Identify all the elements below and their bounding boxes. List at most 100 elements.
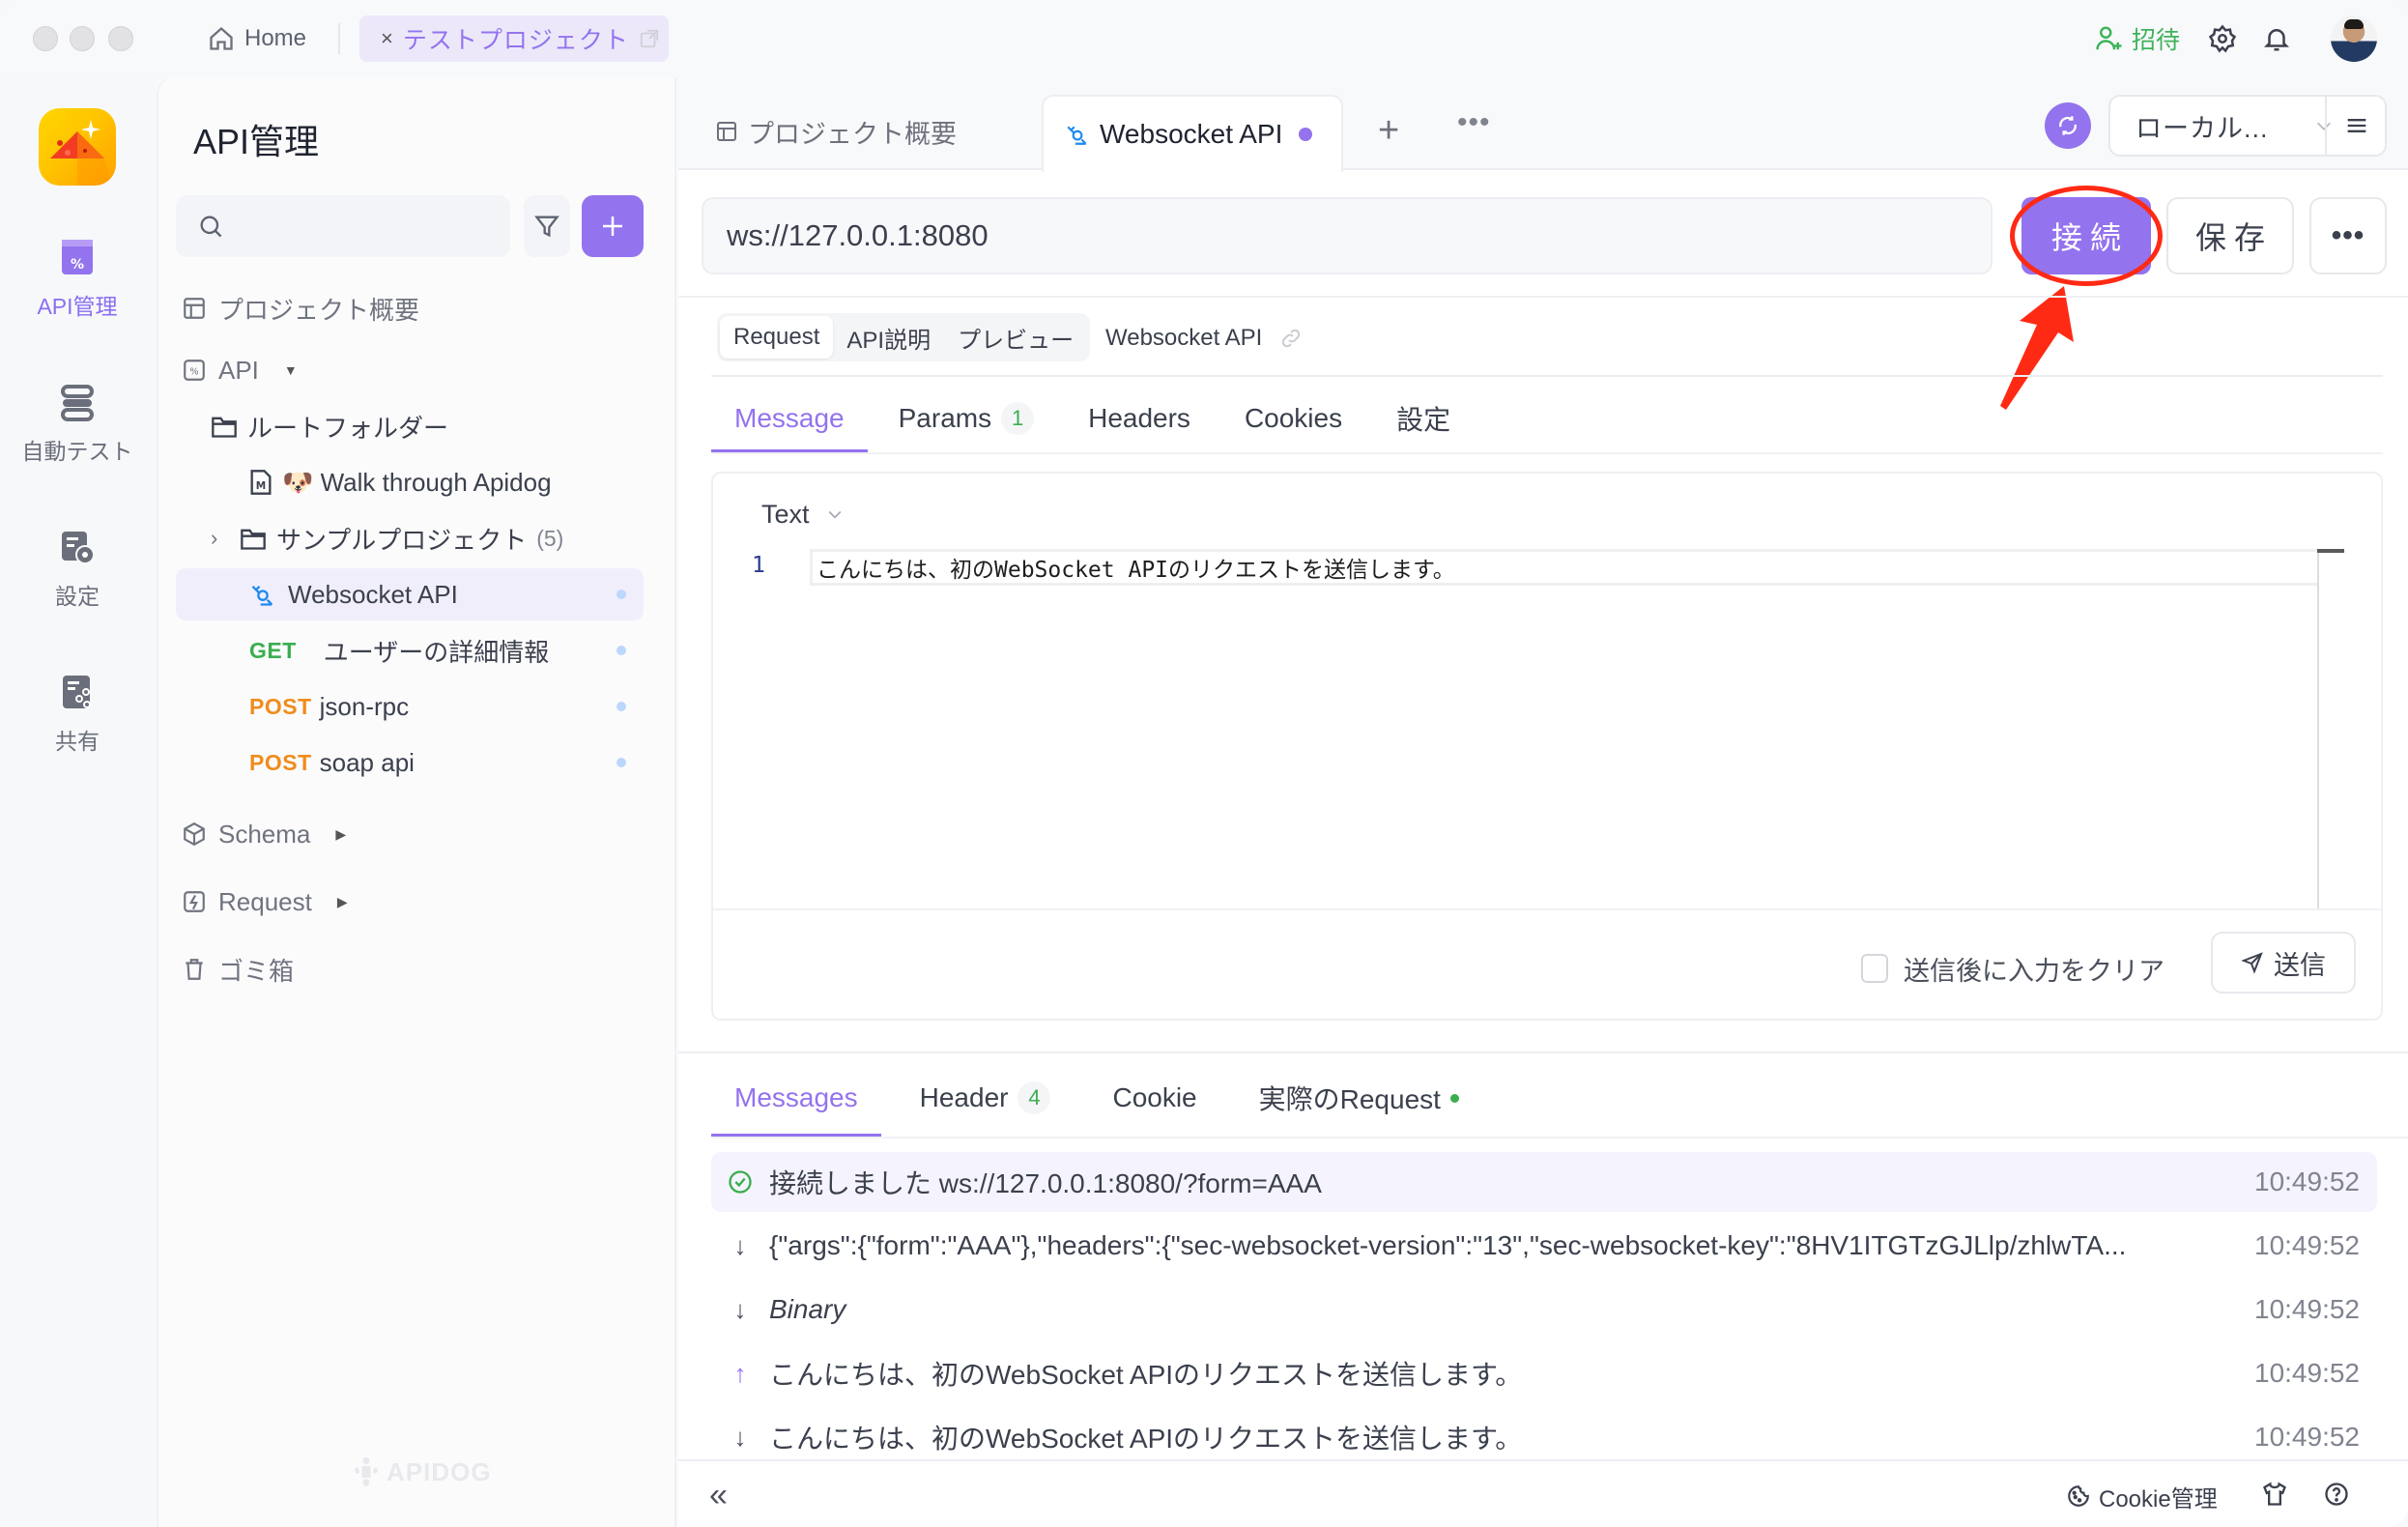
trash-icon [186,959,203,980]
settings-button[interactable] [2205,21,2240,56]
message-row[interactable]: ↓ Binary 10:49:52 [711,1280,2377,1340]
message-time: 10:49:52 [2254,1167,2360,1196]
close-icon[interactable]: × [381,26,393,51]
editor-scrollbar[interactable] [2317,549,2319,908]
message-row[interactable]: ↓ こんにちは、初のWebSocket APIのリクエストを送信します。 10:… [711,1407,2377,1459]
message-row[interactable]: ↓ {"args":{"form":"AAA"},"headers":{"sec… [711,1216,2377,1276]
segment-preview[interactable]: プレビュー [944,316,1087,359]
cookie-manager-button[interactable]: Cookie管理 [2066,1479,2218,1513]
tree-item-root-folder[interactable]: ルートフォルダー [176,400,644,452]
websocket-icon [251,586,273,606]
search-input[interactable] [176,195,510,257]
tab-cookie[interactable]: Cookie [1112,1059,1196,1137]
window-minimize-button[interactable] [70,26,95,51]
tree-item-schema[interactable]: Schema ▶ [176,808,644,860]
segment-request[interactable]: Request [720,316,834,359]
tab-header[interactable]: Header 4 [920,1059,1051,1137]
rail-item-share[interactable]: 共有 [0,673,155,756]
sync-button[interactable] [2045,102,2091,149]
format-select[interactable]: Text [761,495,845,533]
rail-item-auto-test[interactable]: 自動テスト [0,383,155,466]
tree-item-trash[interactable]: ゴミ箱 [176,943,644,995]
divider [338,23,340,54]
annotation-arrow-icon [2000,286,2074,410]
divider [711,375,2383,377]
url-value: ws://127.0.0.1:8080 [727,218,989,252]
tree-label: プロジェクト概要 [218,295,420,325]
tree-item-request[interactable]: Request ▶ [176,876,644,928]
check-circle-icon [711,1168,769,1196]
response-tabs: Messages Header 4 Cookie 実際のRequest [711,1059,1521,1138]
window-close-button[interactable] [33,26,58,51]
tab-settings[interactable]: 設定 [1396,385,1450,452]
tree-item-get-user-detail[interactable]: GET ユーザーの詳細情報 [176,624,644,677]
help-icon [2325,1483,2348,1506]
help-button[interactable] [2321,1479,2352,1510]
add-button[interactable] [582,195,644,257]
tree-label: Schema [218,819,311,849]
menu-icon[interactable] [2342,112,2371,139]
home-button[interactable]: Home [208,19,306,58]
rail-label: API管理 [37,294,118,319]
message-row[interactable]: ↑ こんにちは、初のWebSocket APIのリクエストを送信します。 10:… [711,1343,2377,1403]
link-icon[interactable] [1279,327,1303,350]
clear-after-send-option[interactable]: 送信後に入力をクリア [1861,949,2164,988]
filter-button[interactable] [524,195,570,257]
collapse-sidebar-button[interactable]: « [709,1477,728,1514]
project-tab[interactable]: × テストプロジェクト [359,15,669,62]
message-row[interactable]: 接続しました ws://127.0.0.1:8080/?form=AAA 10:… [711,1152,2377,1212]
tab-websocket-api[interactable]: Websocket API [1042,95,1343,172]
nav-rail: % API管理 自動テスト 設定 共有 [0,77,155,1527]
url-input[interactable]: ws://127.0.0.1:8080 [702,197,1992,274]
tab-params[interactable]: Params 1 [899,385,1035,452]
code-line-text[interactable]: こんにちは、初のWebSocket APIのリクエストを送信します。 [810,549,2317,586]
tree-item-api[interactable]: % API ▼ [176,344,644,396]
main-panel: プロジェクト概要 Websocket API + ••• ローカル... ws:… [678,77,2408,1527]
editor-scrollbar-thumb[interactable] [2317,549,2344,553]
rail-label: 共有 [55,729,100,754]
save-button[interactable]: 保存 [2166,197,2294,274]
tab-more-button[interactable]: ••• [1457,106,1491,139]
new-tab-button[interactable]: + [1378,110,1399,152]
tree-item-walkthrough[interactable]: M 🐶 Walk through Apidog [176,456,644,508]
clear-after-send-checkbox[interactable] [1861,954,1888,983]
tree-item-json-rpc[interactable]: POST json-rpc [176,680,644,733]
send-icon [2241,952,2263,974]
theme-button[interactable] [2259,1479,2290,1510]
tab-cookies[interactable]: Cookies [1245,385,1342,452]
tab-label: Messages [734,1082,858,1112]
tab-messages[interactable]: Messages [711,1059,881,1138]
avatar[interactable] [2331,15,2377,62]
tab-label: Websocket API [1100,119,1283,149]
tree-item-overview[interactable]: プロジェクト概要 [176,282,644,334]
rail-item-api-management[interactable]: % API管理 [0,238,155,321]
settings-icon [62,532,95,564]
status-dot [616,590,626,599]
tree-item-websocket-api[interactable]: Websocket API [176,568,644,620]
notifications-button[interactable] [2259,21,2294,56]
tree-item-sample-project[interactable]: › サンプルプロジェクト (5) [176,512,644,564]
tab-actual-request[interactable]: 実際のRequest [1259,1059,1459,1137]
sync-icon [2059,116,2077,135]
tab-message[interactable]: Message [711,385,868,454]
more-button[interactable]: ••• [2309,197,2387,274]
segment-api-docs[interactable]: API説明 [833,316,944,359]
layout-icon [717,122,736,141]
connect-button[interactable]: 接続 [2021,197,2151,274]
window-maximize-button[interactable] [108,26,133,51]
lightning-icon [184,891,205,912]
invite-button[interactable]: 招待 [2095,19,2180,58]
external-open-icon[interactable] [639,28,660,49]
rail-item-settings[interactable]: 設定 [0,528,155,611]
tab-project-overview[interactable]: プロジェクト概要 [715,112,957,151]
tab-headers[interactable]: Headers [1088,385,1190,452]
chevron-right-icon[interactable]: › [211,526,230,551]
environment-select[interactable]: ローカル... [2108,95,2387,157]
gear-icon [2208,24,2237,53]
add-user-icon [2096,26,2122,50]
tree-label: 🐶 Walk through Apidog [282,467,552,497]
app-logo [39,108,116,186]
code-editor[interactable]: 1 こんにちは、初のWebSocket APIのリクエストを送信します。 [713,549,2381,588]
tree-item-soap-api[interactable]: POST soap api [176,736,644,789]
send-button[interactable]: 送信 [2211,932,2356,994]
